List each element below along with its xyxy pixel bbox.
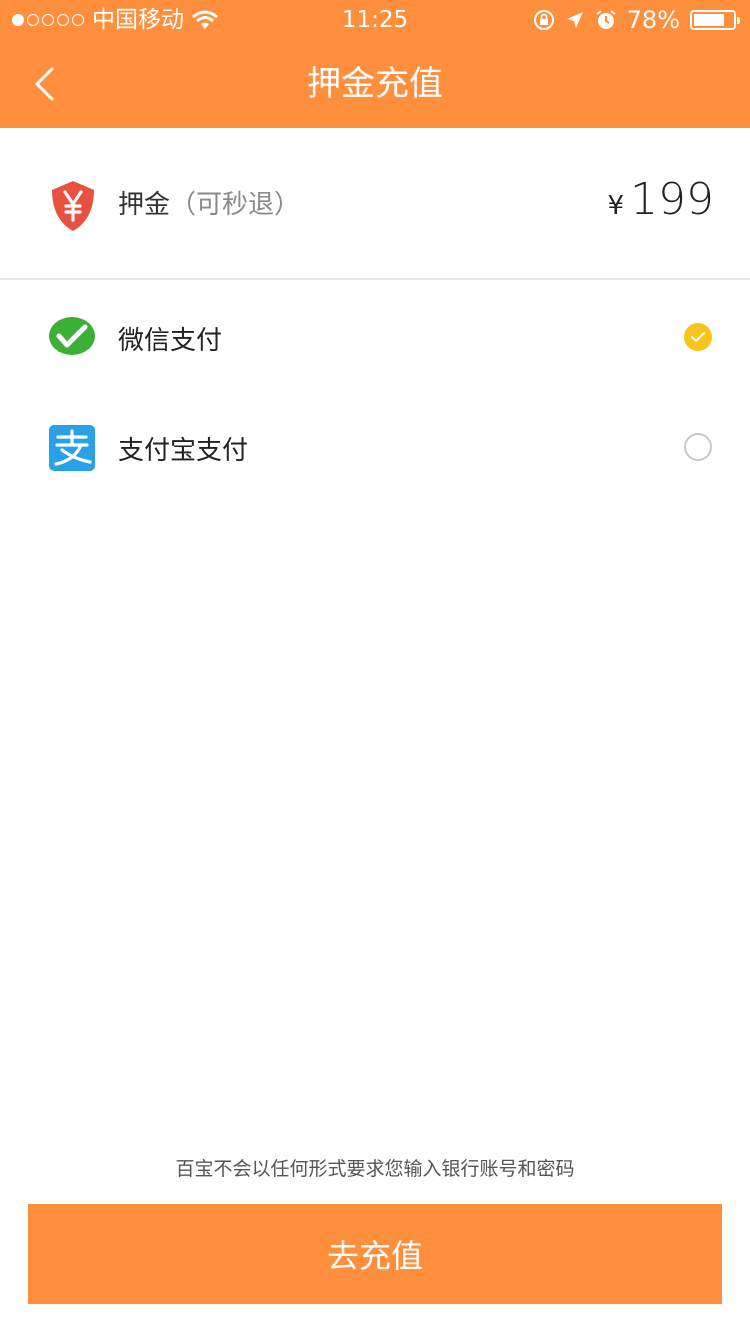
payment-option-alipay[interactable]: 支付宝支付: [0, 392, 750, 500]
deposit-row: 押金（可秒退） ¥ 199: [0, 128, 750, 280]
radio-selected[interactable]: [684, 323, 712, 351]
alarm-clock-icon: [596, 10, 616, 29]
payment-option-label: 微信支付: [118, 326, 223, 356]
shield-yen-icon: [52, 181, 94, 231]
header: 中国移动 11:25 78% 押金充值: [0, 0, 750, 128]
wechat-pay-icon: [49, 317, 95, 355]
status-right: 78%: [533, 0, 740, 40]
location-arrow-icon: [566, 12, 583, 28]
recharge-button[interactable]: 去充值: [28, 1204, 722, 1304]
orientation-lock-icon: [533, 10, 554, 30]
nav-bar: 押金充值: [0, 40, 750, 128]
battery-percent: 78%: [626, 6, 680, 34]
deposit-title: 押金: [118, 190, 171, 220]
status-bar: 中国移动 11:25 78%: [0, 0, 750, 40]
alipay-icon: [49, 425, 95, 471]
payment-option-wechat[interactable]: 微信支付: [0, 282, 750, 390]
security-notice: 百宝不会以任何形式要求您输入银行账号和密码: [175, 1158, 575, 1180]
deposit-label: 押金（可秒退）: [118, 184, 300, 221]
battery-icon: [690, 10, 740, 30]
deposit-amount: ¥ 199: [607, 174, 714, 225]
checkmark-icon: [691, 332, 705, 342]
currency-symbol: ¥: [607, 191, 625, 221]
radio-unselected[interactable]: [684, 433, 712, 461]
amount-value: 199: [630, 174, 714, 225]
payment-option-label: 支付宝支付: [118, 436, 249, 466]
page-title: 押金充值: [307, 64, 443, 104]
deposit-note: （可秒退）: [170, 190, 301, 220]
